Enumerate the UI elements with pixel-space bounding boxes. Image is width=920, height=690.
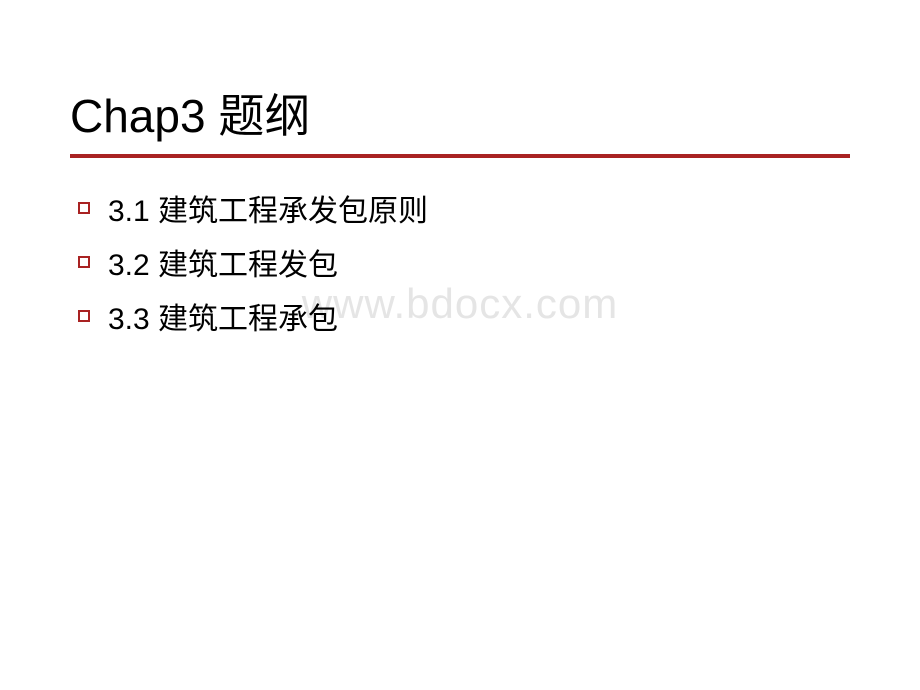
content-layer: Chap3 题纲 3.1 建筑工程承发包原则 3.2 建筑工程发包 3.3 建筑…: [70, 80, 850, 338]
item-label: 3.1 建筑工程承发包原则: [108, 186, 428, 230]
outline-list: 3.1 建筑工程承发包原则 3.2 建筑工程发包 3.3 建筑工程承包: [70, 186, 850, 338]
list-item: 3.2 建筑工程发包: [78, 240, 850, 284]
list-item: 3.3 建筑工程承包: [78, 294, 850, 338]
slide-title: Chap3 题纲: [70, 80, 850, 146]
bullet-icon: [78, 310, 90, 322]
list-item: 3.1 建筑工程承发包原则: [78, 186, 850, 230]
bullet-icon: [78, 256, 90, 268]
item-label: 3.2 建筑工程发包: [108, 240, 338, 284]
item-label: 3.3 建筑工程承包: [108, 294, 338, 338]
bullet-icon: [78, 202, 90, 214]
title-underline: [70, 154, 850, 158]
slide-container: www.bdocx.com Chap3 题纲 3.1 建筑工程承发包原则 3.2…: [0, 0, 920, 690]
